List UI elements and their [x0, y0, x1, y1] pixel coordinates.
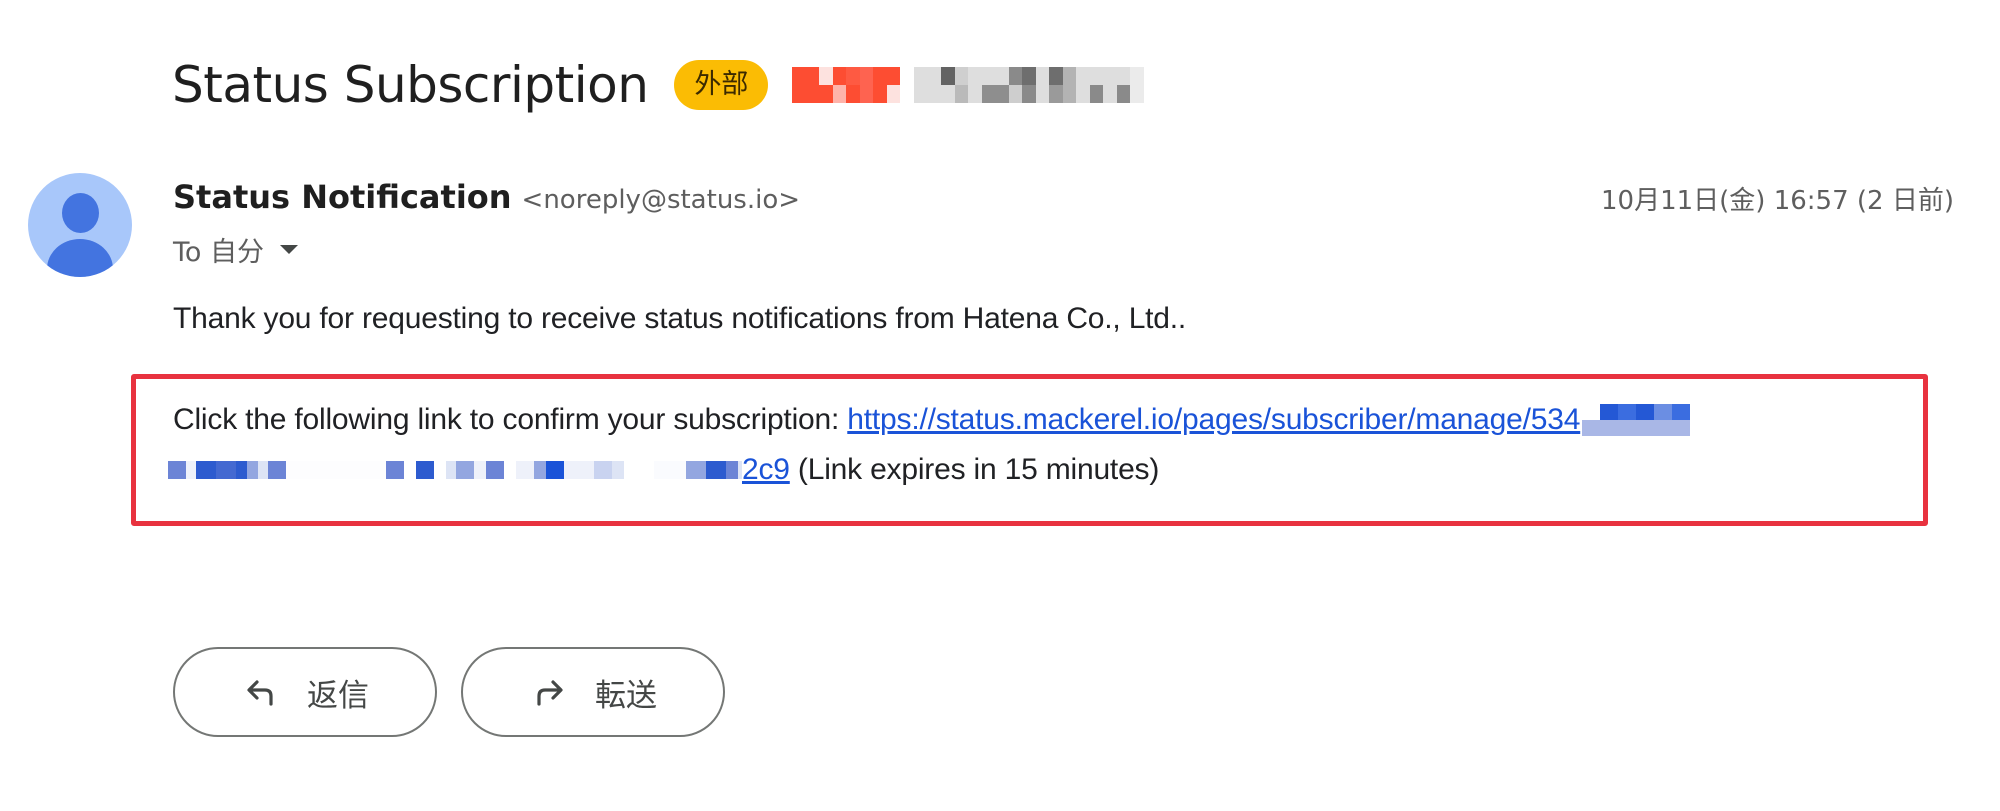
- sender-row: Status Notification <noreply@status.io>: [173, 178, 800, 216]
- email-timestamp: 10月11日(金) 16:57 (2 日前): [1600, 186, 1954, 216]
- external-label-badge[interactable]: 外部: [674, 60, 769, 110]
- confirm-link-start[interactable]: https://status.mackerel.io/pages/subscri…: [847, 403, 1580, 437]
- sender-email: <noreply@status.io>: [521, 185, 801, 215]
- reply-label: 返信: [307, 677, 369, 714]
- confirm-line-2: 2c9 (Link expires in 15 minutes): [168, 453, 1159, 487]
- confirm-prefix: Click the following link to confirm your…: [173, 403, 848, 436]
- caret-down-icon[interactable]: [280, 245, 299, 254]
- redacted-link-middle[interactable]: [168, 461, 742, 479]
- person-avatar-icon-body: [47, 239, 113, 277]
- redacted-label: [792, 67, 1144, 103]
- highlight-annotation-box: [131, 374, 1928, 526]
- confirm-line-1: Click the following link to confirm your…: [173, 403, 1691, 437]
- redacted-link-part[interactable]: [1582, 404, 1691, 436]
- email-subject: Status Subscription: [172, 56, 649, 114]
- redacted-red-block: [792, 67, 901, 103]
- redacted-gray-block: [914, 67, 1144, 103]
- reply-arrow-icon: [247, 680, 273, 706]
- forward-label: 転送: [595, 677, 657, 714]
- person-avatar-icon-head: [62, 193, 99, 233]
- sender-name[interactable]: Status Notification: [173, 178, 512, 216]
- recipient-details-toggle[interactable]: To 自分: [173, 230, 299, 269]
- forward-arrow-icon: [537, 680, 563, 706]
- confirm-link-end[interactable]: 2c9: [742, 453, 790, 487]
- reply-button[interactable]: 返信: [173, 647, 437, 737]
- body-intro: Thank you for requesting to receive stat…: [173, 302, 1187, 335]
- forward-button[interactable]: 転送: [461, 647, 725, 737]
- recipient-label: To 自分: [173, 237, 265, 268]
- subject-row: Status Subscription 外部: [172, 52, 1144, 118]
- email-view: Status Subscription 外部 Status Notificati…: [0, 0, 2000, 811]
- sender-avatar[interactable]: [28, 173, 132, 277]
- link-expiry-note: (Link expires in 15 minutes): [789, 453, 1160, 486]
